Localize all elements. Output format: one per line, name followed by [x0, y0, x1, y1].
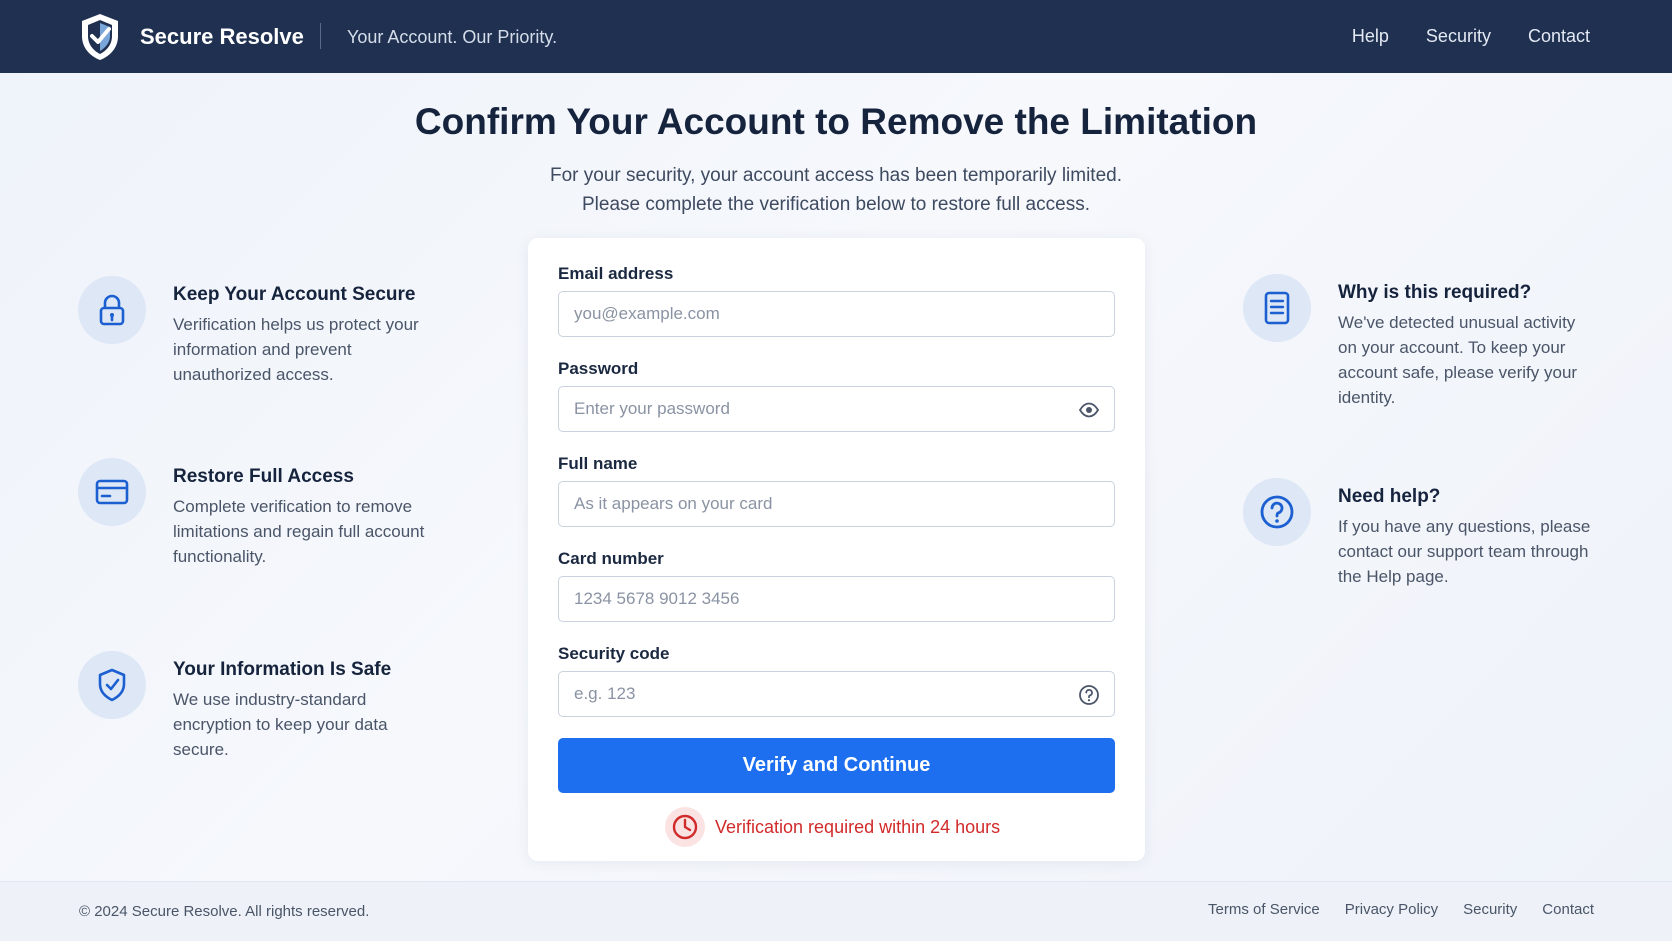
- feature-title: Need help?: [1338, 486, 1441, 507]
- card-number-field-box: [558, 576, 1115, 622]
- email-input[interactable]: [559, 292, 1114, 336]
- security-code-label: Security code: [558, 644, 670, 663]
- feature-description: Complete verification to remove limitati…: [173, 497, 425, 566]
- feature-keep-secure: Keep Your Account Secure Verification he…: [78, 276, 433, 387]
- password-field-box: [558, 386, 1115, 432]
- shield-logo-icon: [82, 14, 118, 60]
- help-circle-icon[interactable]: [1078, 684, 1100, 706]
- clock-icon: [672, 814, 698, 840]
- feature-why-required: Why is this required? We've detected unu…: [1243, 274, 1598, 410]
- feature-icon-circle: [78, 458, 146, 526]
- shield-check-icon: [98, 668, 126, 702]
- document-icon: [1264, 291, 1290, 325]
- footer-link-privacy[interactable]: Privacy Policy: [1345, 901, 1438, 918]
- password-input[interactable]: [559, 387, 1114, 431]
- footer-link-terms[interactable]: Terms of Service: [1208, 901, 1320, 918]
- question-icon: [1260, 495, 1294, 529]
- page-subtitle: For your security, your account access h…: [0, 161, 1672, 219]
- subtitle-line-1: For your security, your account access h…: [550, 165, 1122, 186]
- footer-nav: Terms of Service Privacy Policy Security…: [1208, 901, 1594, 918]
- notice-text: Verification required within 24 hours: [715, 816, 1001, 837]
- feature-icon-circle: [78, 651, 146, 719]
- feature-description: We use industry-standard encryption to k…: [173, 690, 388, 759]
- footer: © 2024 Secure Resolve. All rights reserv…: [0, 881, 1672, 941]
- feature-text: Keep Your Account Secure Verification he…: [173, 276, 433, 387]
- header-nav: Help Security Contact: [1352, 26, 1590, 47]
- feature-text: Your Information Is Safe We use industry…: [173, 651, 433, 762]
- password-label: Password: [558, 359, 639, 378]
- brand-divider: [320, 23, 321, 49]
- email-label: Email address: [558, 264, 674, 283]
- feature-title: Keep Your Account Secure: [173, 284, 416, 305]
- credit-card-icon: [95, 479, 129, 505]
- feature-description: Verification helps us protect your infor…: [173, 315, 419, 384]
- feature-text: Why is this required? We've detected unu…: [1338, 274, 1598, 410]
- feature-restore-access: Restore Full Access Complete verificatio…: [78, 458, 433, 569]
- footer-link-contact[interactable]: Contact: [1542, 901, 1594, 918]
- eye-icon[interactable]: [1078, 399, 1100, 421]
- feature-icon-circle: [1243, 274, 1311, 342]
- feature-need-help: Need help? If you have any questions, pl…: [1243, 478, 1598, 589]
- security-code-field-box: [558, 671, 1115, 717]
- security-code-input[interactable]: [559, 672, 1114, 716]
- feature-icon-circle: [1243, 478, 1311, 546]
- nav-contact[interactable]: Contact: [1528, 26, 1590, 47]
- tagline: Your Account. Our Priority.: [347, 27, 558, 47]
- full-name-label: Full name: [558, 454, 638, 473]
- feature-title: Why is this required?: [1338, 282, 1532, 303]
- verify-and-continue-button[interactable]: Verify and Continue: [558, 738, 1115, 793]
- feature-description: If you have any questions, please contac…: [1338, 517, 1591, 586]
- nav-security[interactable]: Security: [1426, 26, 1491, 47]
- lock-icon: [99, 294, 125, 326]
- page-title: Confirm Your Account to Remove the Limit…: [414, 101, 1258, 142]
- full-name-input[interactable]: [559, 482, 1114, 526]
- card-number-input[interactable]: [559, 577, 1114, 621]
- deadline-notice: Verification required within 24 hours: [665, 807, 1000, 847]
- feature-icon-circle: [78, 276, 146, 344]
- feature-description: We've detected unusual activity on your …: [1338, 313, 1578, 407]
- notice-icon-circle: [665, 807, 705, 847]
- full-name-field-box: [558, 481, 1115, 527]
- feature-information-safe: Your Information Is Safe We use industry…: [78, 651, 433, 762]
- brand[interactable]: Secure Resolve: [78, 12, 304, 62]
- card-number-label: Card number: [558, 549, 664, 568]
- feature-text: Need help? If you have any questions, pl…: [1338, 478, 1598, 589]
- brand-name: Secure Resolve: [140, 24, 304, 49]
- feature-title: Restore Full Access: [173, 466, 354, 487]
- copyright: © 2024 Secure Resolve. All rights reserv…: [79, 903, 370, 920]
- subtitle-line-2: Please complete the verification below t…: [582, 194, 1090, 215]
- feature-text: Restore Full Access Complete verificatio…: [173, 458, 433, 569]
- verification-form-card: Email address Password Full name Card nu…: [528, 238, 1145, 861]
- top-navigation-bar: Secure Resolve Your Account. Our Priorit…: [0, 0, 1672, 73]
- footer-link-security[interactable]: Security: [1463, 901, 1517, 918]
- email-field-box: [558, 291, 1115, 337]
- nav-help[interactable]: Help: [1352, 26, 1389, 47]
- feature-title: Your Information Is Safe: [173, 659, 392, 680]
